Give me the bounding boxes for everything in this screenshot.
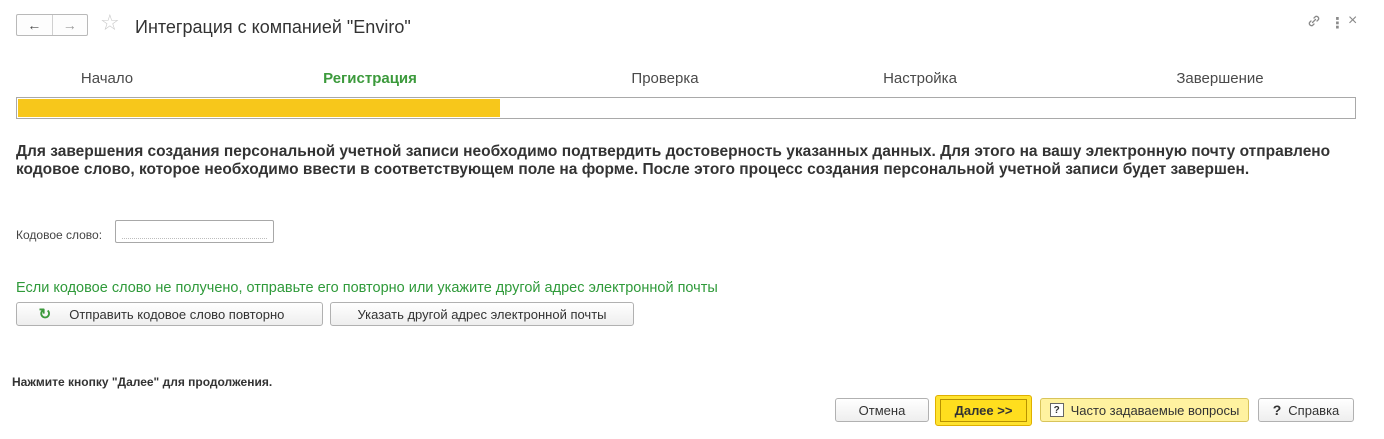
step-check: Проверка <box>631 70 699 87</box>
step-setup: Настройка <box>883 70 957 87</box>
faq-button[interactable]: ? Часто задаваемые вопросы <box>1040 398 1249 422</box>
link-icon[interactable] <box>1306 13 1322 33</box>
close-icon[interactable]: × <box>1348 12 1357 30</box>
step-start: Начало <box>80 70 134 87</box>
history-nav: ← → <box>16 14 88 36</box>
help-icon: ? <box>1272 402 1282 418</box>
faq-label: Часто задаваемые вопросы <box>1070 402 1240 418</box>
code-word-label: Кодовое слово: <box>16 228 103 242</box>
step-finish: Завершение <box>1176 70 1264 87</box>
resend-hint: Если кодовое слово не получено, отправьт… <box>16 280 718 296</box>
back-icon[interactable]: ← <box>17 15 52 35</box>
other-email-button[interactable]: Указать другой адрес электронной почты <box>330 302 634 326</box>
resend-code-button[interactable]: ↻ Отправить кодовое слово повторно <box>16 302 323 326</box>
progress-bar <box>16 97 1356 119</box>
next-button[interactable]: Далее >> <box>935 395 1032 426</box>
question-box-icon: ? <box>1049 403 1064 417</box>
window-title: Интеграция с компанией "Enviro" <box>135 17 411 37</box>
help-label: Справка <box>1288 402 1340 418</box>
favorite-star-icon[interactable]: ☆ <box>100 11 120 35</box>
cancel-label: Отмена <box>858 402 906 418</box>
other-email-label: Указать другой адрес электронной почты <box>357 306 607 322</box>
forward-icon[interactable]: → <box>51 15 88 35</box>
cancel-button[interactable]: Отмена <box>835 398 929 422</box>
step-registration: Регистрация <box>323 70 417 87</box>
footer-note: Нажмите кнопку "Далее" для продолжения. <box>12 375 273 389</box>
code-word-input[interactable] <box>115 220 274 243</box>
more-icon[interactable]: ⋮ <box>1330 14 1345 32</box>
info-message: Для завершения создания персональной уче… <box>16 143 1331 178</box>
progress-fill <box>18 99 500 117</box>
next-label: Далее >> <box>939 399 1028 422</box>
help-button[interactable]: ? Справка <box>1258 398 1354 422</box>
refresh-icon: ↻ <box>38 306 52 323</box>
resend-code-label: Отправить кодовое слово повторно <box>69 306 285 322</box>
